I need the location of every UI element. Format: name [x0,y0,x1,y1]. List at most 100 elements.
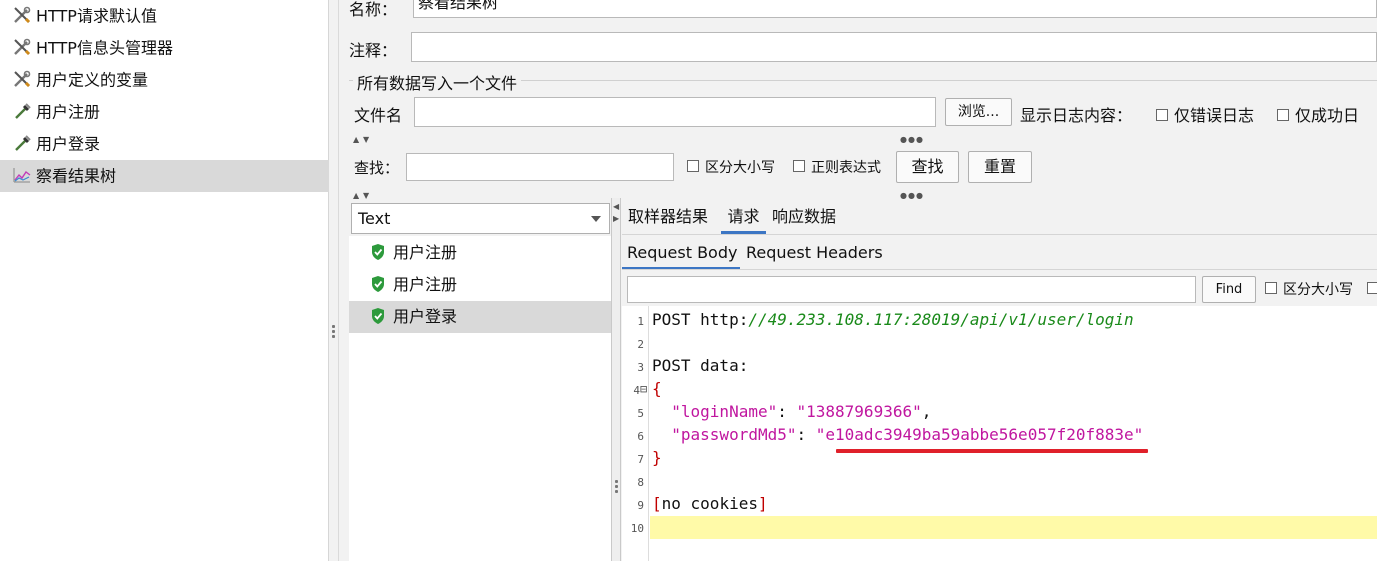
subtab-request-body[interactable]: Request Body [622,238,740,270]
reset-button[interactable]: 重置 [968,151,1032,183]
wrench-screwdriver-icon [14,70,31,87]
results-splitter[interactable]: ◀ ▶ [611,198,621,561]
drag-grip-icon[interactable]: ●●● [900,190,924,202]
fold-toggle-icon[interactable]: ⊟ [640,382,647,396]
regex-label: 正则表达式 [811,160,881,176]
regex-checkbox[interactable]: 正则表达式 [793,157,881,177]
tree-item-label: 察看结果树 [36,166,117,186]
renderer-select[interactable]: Text [351,203,610,234]
json-key-loginname: "loginName" [671,402,778,421]
browse-button[interactable]: 浏览... [945,98,1012,126]
collapse-divider[interactable]: ▲ ▼ ●●● [349,190,1377,202]
result-item[interactable]: 用户注册 [349,269,611,301]
find-button[interactable]: 查找 [896,151,959,183]
wrench-screwdriver-icon [14,6,31,23]
subtab-divider [622,269,1377,270]
result-item-selected[interactable]: 用户登录 [349,301,611,333]
request-body-editor[interactable]: 1 2 3 4 ⊟ 5 6 7 8 9 10 POST http://49.23… [622,306,1377,561]
tree-item-view-results-tree[interactable]: 察看结果树 [0,160,329,192]
tab-divider [622,234,1377,235]
checkbox-box[interactable] [687,160,699,172]
json-separator: : [777,402,797,421]
log-content-label: 显示日志内容： [1020,106,1133,125]
cookies-bracket-close: ] [757,494,768,513]
success-only-label: 仅成功日 [1295,106,1360,125]
body-find-button[interactable]: Find [1202,276,1256,303]
filename-label: 文件名 [354,106,403,125]
checkbox-box[interactable] [1367,281,1377,294]
tab-sampler-result[interactable]: 取样器结果 [628,202,708,234]
drag-grip-icon[interactable]: ●●● [900,134,924,146]
json-comma: , [921,402,932,421]
case-sensitive-checkbox[interactable]: 区分大小写 [687,157,775,177]
renderer-select-value: Text [358,209,391,228]
tree-item-header-manager[interactable]: HTTP信息头管理器 [0,32,329,64]
name-label: 名称： [349,0,398,19]
cookies-bracket-open: [ [652,494,662,513]
body-case-checkbox[interactable]: 区分大小写 [1265,279,1353,299]
body-regex-checkbox[interactable] [1367,279,1377,298]
collapse-right-icon[interactable]: ▶ [613,214,619,223]
tab-response-data[interactable]: 响应数据 [772,202,836,234]
tree-item-user-register[interactable]: 用户注册 [0,96,329,128]
line-number-gutter: 1 2 3 4 ⊟ 5 6 7 8 9 10 [622,306,649,561]
line-number: 10 [630,522,644,535]
code-line-1: POST http://49.233.108.117:28019/api/v1/… [652,308,1134,331]
search-input[interactable] [406,153,674,181]
line-number: 1 [637,315,644,328]
tree-item-label: 用户定义的变量 [36,70,149,90]
checkbox-box[interactable] [1156,108,1168,121]
tree-item-label: HTTP请求默认值 [36,6,157,26]
code-line-3: POST data: [652,356,749,375]
filename-field[interactable] [414,97,936,127]
test-plan-tree: HTTP请求默认值 HTTP信息头管理器 用户定义的变量 用户注册 用户登录 察… [0,0,329,561]
red-underline-annotation [836,449,1148,453]
request-url: //49.233.108.117:28019/api/v1/user/login [748,310,1134,329]
chevron-down-icon[interactable] [591,216,601,222]
line-number: 3 [637,361,644,374]
line-number: 6 [637,430,644,443]
line-number: 4 [633,384,640,397]
success-shield-icon [372,275,384,292]
body-case-label: 区分大小写 [1283,282,1353,298]
collapse-down-icon[interactable]: ▼ [363,190,369,202]
line-number: 5 [637,407,644,420]
result-item-label: 用户登录 [393,307,458,326]
checkbox-box[interactable] [793,160,805,172]
comment-field[interactable] [411,32,1377,62]
subtab-request-headers[interactable]: Request Headers [746,238,883,270]
result-item-label: 用户注册 [393,275,458,294]
body-find-input[interactable] [627,276,1196,303]
result-item[interactable]: 用户注册 [349,237,611,269]
success-shield-icon [372,243,384,260]
case-sensitive-label: 区分大小写 [705,160,775,176]
json-value-loginname: "13887969366" [796,402,922,421]
wrench-screwdriver-icon [14,38,31,55]
checkbox-box[interactable] [1277,108,1289,121]
line-number: 7 [637,453,644,466]
tree-item-user-login[interactable]: 用户登录 [0,128,329,160]
tree-item-user-variables[interactable]: 用户定义的变量 [0,64,329,96]
line-number: 2 [637,338,644,351]
current-line-highlight [650,516,1377,539]
errors-only-checkbox[interactable]: 仅错误日志 [1156,102,1254,126]
collapse-left-icon[interactable]: ◀ [613,202,619,211]
name-field[interactable]: 察看结果树 [413,0,1377,18]
collapse-up-icon[interactable]: ▲ [353,190,359,202]
search-label: 查找： [354,159,400,177]
code-line-5: "loginName": "13887969366", [652,400,931,423]
tree-item-http-defaults[interactable]: HTTP请求默认值 [0,0,329,32]
tab-request[interactable]: 请求 [721,202,766,234]
success-only-checkbox[interactable]: 仅成功日 [1277,102,1359,126]
json-key-passwordmd5: "passwordMd5" [671,425,797,444]
code-line-7: } [652,448,662,467]
collapse-down-icon[interactable]: ▼ [363,134,369,146]
result-item-label: 用户注册 [393,243,458,262]
collapse-divider[interactable]: ▲ ▼ ●●● [349,134,1377,146]
tree-item-label: 用户注册 [36,102,101,122]
sidebar-splitter[interactable] [329,0,339,561]
checkbox-box[interactable] [1265,282,1277,294]
line-number: 9 [637,499,644,512]
collapse-up-icon[interactable]: ▲ [353,134,359,146]
errors-only-label: 仅错误日志 [1174,106,1255,125]
